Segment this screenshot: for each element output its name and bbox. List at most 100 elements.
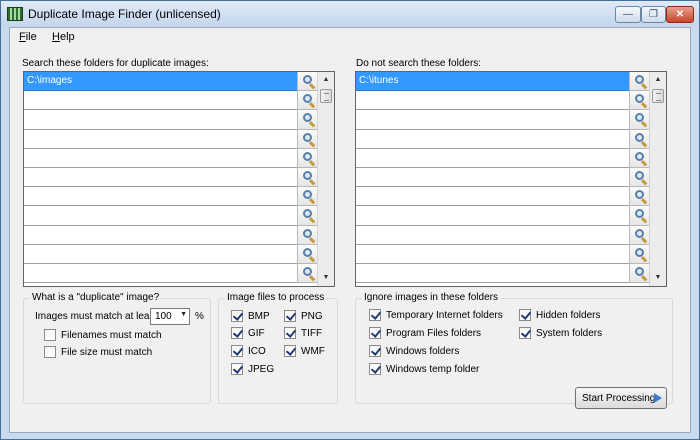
folder-row[interactable] [356,148,629,168]
tiff-checkbox[interactable] [284,327,296,339]
folder-row[interactable] [24,263,297,284]
magnifier-icon [303,94,312,104]
start-processing-button[interactable]: Start Processing [575,387,667,409]
scroll-thumb[interactable] [652,89,664,103]
filesize-match-checkbox[interactable] [44,346,56,358]
magnifier-icon [303,247,312,257]
magnifier-icon [303,75,312,84]
search-folders-list[interactable]: C:\images ▲ ▼ [23,71,335,287]
browse-button[interactable] [297,110,318,130]
folder-row[interactable] [24,206,297,226]
windows-folders-label: Windows folders [386,346,460,357]
wmf-label: WMF [301,346,325,357]
folder-row[interactable] [356,263,629,284]
gif-checkbox[interactable] [231,327,243,339]
scroll-up-arrow-icon[interactable]: ▲ [318,72,334,88]
play-arrow-icon [654,393,662,403]
scroll-thumb[interactable] [320,89,332,103]
browse-button[interactable] [629,148,650,168]
folder-row[interactable] [24,91,297,111]
folder-row[interactable] [356,206,629,226]
system-folders-checkbox[interactable] [519,327,531,339]
close-button[interactable]: ✕ [666,6,694,23]
folder-row[interactable] [356,91,629,111]
folder-row[interactable]: C:\images [24,72,297,92]
ico-checkbox[interactable] [231,345,243,357]
browse-button[interactable] [629,225,650,245]
magnifier-icon [303,266,312,276]
browse-button[interactable] [297,129,318,149]
browse-button[interactable] [629,91,650,111]
folder-row[interactable] [356,187,629,207]
temp-internet-checkbox[interactable] [369,309,381,321]
windows-folders-checkbox[interactable] [369,345,381,357]
png-checkbox[interactable] [284,310,296,322]
browse-button[interactable] [629,263,650,284]
jpeg-checkbox[interactable] [231,363,243,375]
windows-temp-checkbox[interactable] [369,363,381,375]
filesize-match-label: File size must match [61,347,153,358]
jpeg-label: JPEG [248,364,275,375]
program-files-checkbox[interactable] [369,327,381,339]
exclude-folders-list[interactable]: C:\itunes ▲ ▼ [355,71,667,287]
folder-row[interactable] [24,110,297,130]
magnifier-icon [635,170,644,180]
start-processing-label: Start Processing [582,393,656,404]
ico-label: ICO [248,346,266,357]
browse-button[interactable] [629,72,650,92]
wmf-checkbox[interactable] [284,345,296,357]
magnifier-icon [635,209,644,219]
folder-row[interactable] [356,225,629,245]
folder-row[interactable] [24,129,297,149]
vertical-scrollbar[interactable]: ▲ ▼ [317,72,334,286]
folder-row[interactable] [24,167,297,188]
scroll-down-arrow-icon[interactable]: ▼ [318,270,334,286]
browse-button[interactable] [629,206,650,226]
browse-button[interactable] [297,225,318,245]
folder-row[interactable] [356,244,629,264]
match-threshold-value: 100 [155,311,172,322]
folder-row[interactable] [356,167,629,188]
browse-button[interactable] [629,244,650,264]
folder-row[interactable] [24,148,297,168]
title-bar[interactable]: Duplicate Image Finder (unlicensed) — ❐ … [1,1,699,27]
folder-row[interactable] [356,110,629,130]
bmp-checkbox[interactable] [231,310,243,322]
vertical-scrollbar[interactable]: ▲ ▼ [649,72,666,286]
browse-button[interactable] [629,167,650,188]
browse-button[interactable] [297,91,318,111]
browse-button[interactable] [629,110,650,130]
menu-file[interactable]: File [19,31,37,43]
menu-help[interactable]: Help [52,31,75,43]
system-folders-label: System folders [536,328,603,339]
match-threshold-label: Images must match at least [35,311,158,322]
browse-button[interactable] [297,72,318,92]
scroll-down-arrow-icon[interactable]: ▼ [650,270,666,286]
browse-button[interactable] [297,187,318,207]
folder-row[interactable]: C:\itunes [356,72,629,92]
magnifier-icon [635,94,644,104]
folder-row[interactable] [24,225,297,245]
filenames-match-checkbox[interactable] [44,329,56,341]
folder-row[interactable] [356,129,629,149]
folder-row[interactable] [24,244,297,264]
browse-button[interactable] [629,129,650,149]
magnifier-icon [635,266,644,276]
browse-button[interactable] [297,167,318,188]
gif-label: GIF [248,328,265,339]
program-files-label: Program Files folders [386,328,482,339]
menu-file-label: ile [25,31,37,43]
percent-label: % [195,311,204,322]
maximize-button[interactable]: ❐ [641,6,666,23]
scroll-up-arrow-icon[interactable]: ▲ [650,72,666,88]
browse-button[interactable] [297,244,318,264]
browse-button[interactable] [297,148,318,168]
hidden-folders-checkbox[interactable] [519,309,531,321]
group-title: Image files to process [225,292,327,303]
minimize-button[interactable]: — [615,6,641,23]
browse-button[interactable] [297,206,318,226]
match-threshold-select[interactable]: 100 ▼ [150,308,190,325]
folder-row[interactable] [24,187,297,207]
browse-button[interactable] [629,187,650,207]
browse-button[interactable] [297,263,318,284]
